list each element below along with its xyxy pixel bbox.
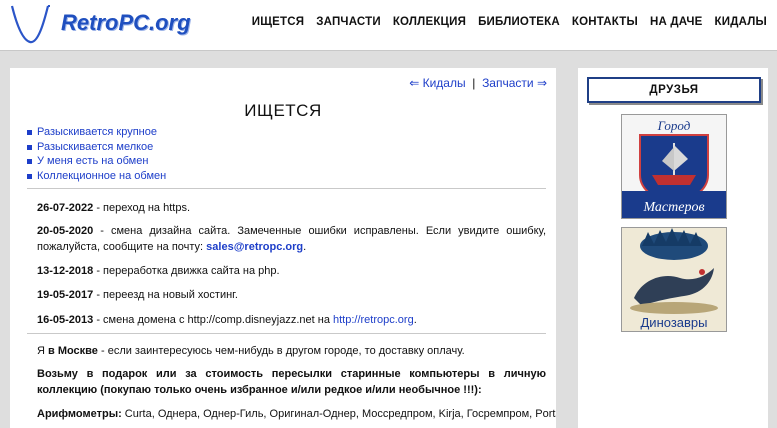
divider xyxy=(27,333,546,334)
nav-item-kollektsiya[interactable]: КОЛЛЕКЦИЯ xyxy=(393,16,466,28)
dinosaur-icon: Динозавры xyxy=(622,228,726,331)
link-for-exchange[interactable]: У меня есть на обмен xyxy=(37,155,148,167)
link-small-wanted[interactable]: Разыскивается мелкое xyxy=(37,141,153,153)
ship-emblem-icon: Город Мастеров xyxy=(622,115,726,218)
news-text: - смена домена с http://comp.disneyjazz.… xyxy=(93,314,333,326)
pager-prev-link[interactable]: ⇐ Кидалы xyxy=(409,76,465,90)
calculators-paragraph: Арифмометры: Curta, Однера, Однер-Гиль, … xyxy=(27,406,556,422)
email-link[interactable]: sales@retropc.org xyxy=(206,241,303,253)
para-text: - если заинтересуюсь чем-нибудь в другом… xyxy=(97,345,465,357)
news-text: - переезд на новый хостинг. xyxy=(93,289,238,301)
list-item: Коллекционное на обмен xyxy=(27,170,166,182)
news-tail: . xyxy=(303,241,307,253)
site-logo[interactable]: RetroPC.org xyxy=(8,2,191,46)
pager: ⇐ Кидалы | Запчасти ⇒ xyxy=(409,76,547,90)
news-date: 19-05-2017 xyxy=(37,289,94,301)
news-item: 20-05-2020 - смена дизайна сайта. Замече… xyxy=(27,223,546,255)
news-item: 26-07-2022 - переход на https. xyxy=(27,200,546,216)
svg-text:Динозавры: Динозавры xyxy=(641,315,708,330)
list-item: У меня есть на обмен xyxy=(27,155,166,167)
news-date: 13-12-2018 xyxy=(37,265,94,277)
main-nav: ИЩЕТСЯ ЗАПЧАСТИ КОЛЛЕКЦИЯ БИБЛИОТЕКА КОН… xyxy=(252,16,767,28)
site-header: RetroPC.org ИЩЕТСЯ ЗАПЧАСТИ КОЛЛЕКЦИЯ БИ… xyxy=(0,0,777,51)
para-text: Curta, Однера, Однер-Гиль, Оригинал-Одне… xyxy=(124,408,556,420)
logo-wave-icon xyxy=(10,5,50,44)
news-item: 16-05-2013 - смена домена с http://comp.… xyxy=(27,312,546,328)
sidebar: ДРУЗЬЯ Город Мастеров Динозавры xyxy=(578,68,768,428)
pager-separator: | xyxy=(472,76,476,90)
page-title: ИЩЕТСЯ xyxy=(244,101,322,120)
nav-item-na-dache[interactable]: НА ДАЧЕ xyxy=(650,16,703,28)
list-item: Разыскивается мелкое xyxy=(27,141,166,153)
news-date: 16-05-2013 xyxy=(37,314,94,326)
news-text: - переработка движка сайта на php. xyxy=(93,265,280,277)
list-item: Разыскивается крупное xyxy=(27,126,166,138)
news-date: 26-07-2022 xyxy=(37,202,94,214)
nav-item-kidaly[interactable]: КИДАЛЫ xyxy=(715,16,767,28)
location-paragraph: Я в Москве - если заинтересуюсь чем-нибу… xyxy=(27,343,546,359)
para-bold: Арифмометры: xyxy=(37,408,122,420)
link-large-wanted[interactable]: Разыскивается крупное xyxy=(37,126,157,138)
domain-link[interactable]: http://retropc.org xyxy=(333,314,414,326)
wanted-paragraph: Возьму в подарок или за стоимость пересы… xyxy=(37,368,546,396)
divider xyxy=(27,188,546,189)
banner-gorod-masterov[interactable]: Город Мастеров xyxy=(621,114,727,219)
svg-text:Мастеров: Мастеров xyxy=(642,200,704,215)
link-collectible-exchange[interactable]: Коллекционное на обмен xyxy=(37,170,166,182)
svg-text:Город: Город xyxy=(657,118,691,133)
logo-text: RetroPC.org xyxy=(61,10,191,35)
pager-next-link[interactable]: Запчасти ⇒ xyxy=(482,76,547,90)
news-text: - переход на https. xyxy=(93,202,191,214)
nav-item-zapchasti[interactable]: ЗАПЧАСТИ xyxy=(316,16,381,28)
para-text: Я xyxy=(37,345,48,357)
news-item: 13-12-2018 - переработка движка сайта на… xyxy=(27,263,546,279)
news-date: 20-05-2020 xyxy=(37,225,94,237)
main-content: ⇐ Кидалы | Запчасти ⇒ ИЩЕТСЯ Разыскивает… xyxy=(10,68,556,428)
section-links: Разыскивается крупное Разыскивается мелк… xyxy=(27,126,166,184)
nav-item-kontakty[interactable]: КОНТАКТЫ xyxy=(572,16,638,28)
para-bold: в Москве xyxy=(48,345,98,357)
nav-item-ishchetsya[interactable]: ИЩЕТСЯ xyxy=(252,16,304,28)
friends-heading: ДРУЗЬЯ xyxy=(587,77,761,103)
nav-item-biblioteka[interactable]: БИБЛИОТЕКА xyxy=(478,16,560,28)
news-tail: . xyxy=(413,314,417,326)
banner-dinozavry[interactable]: Динозавры xyxy=(621,227,727,332)
news-item: 19-05-2017 - переезд на новый хостинг. xyxy=(27,287,546,303)
